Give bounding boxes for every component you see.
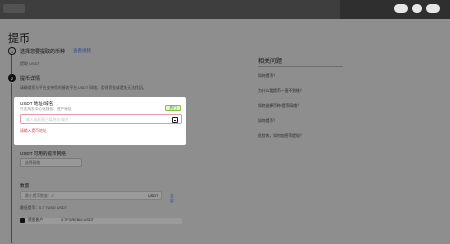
nav-controls bbox=[394, 4, 440, 13]
funding-account-row: 资金账户 2.7FGREBM USDT bbox=[20, 218, 182, 224]
network-select[interactable]: 选择网络 bbox=[20, 158, 82, 167]
address-description: 只支持去中心化钱包、资产地址 bbox=[20, 107, 72, 111]
nav-pill-2[interactable] bbox=[412, 4, 422, 13]
step-connector-2 bbox=[11, 83, 12, 243]
hot-badge: 热门 bbox=[165, 105, 181, 111]
faq-divider bbox=[258, 66, 343, 67]
address-placeholder: 输入或粘贴已填地址/域名 bbox=[26, 118, 69, 122]
nav-pill-3[interactable] bbox=[426, 4, 440, 13]
all-button[interactable]: 全部 bbox=[170, 194, 174, 204]
funding-account-value: 2.7FGREBM USDT bbox=[61, 218, 94, 222]
quantity-input[interactable]: 最小提币数量：2 USDT 全部 bbox=[20, 191, 174, 203]
address-input[interactable]: 输入或粘贴已填地址/域名 bbox=[20, 114, 182, 124]
logo-pill bbox=[3, 4, 25, 13]
scan-icon[interactable] bbox=[172, 117, 178, 123]
step-2-circle: 2 bbox=[8, 74, 16, 82]
step-withdraw-details: 2 提币详情 bbox=[8, 74, 40, 82]
quantity-unit: USDT bbox=[148, 194, 159, 198]
address-error: 请输入提币地址 bbox=[20, 129, 47, 133]
faq-item-3[interactable]: 如何选择币种/提币网络？ bbox=[258, 104, 301, 109]
funding-account-label: 资金账户 bbox=[28, 218, 44, 222]
faq-title: 相关问题 bbox=[258, 59, 283, 65]
step-2-description: 请确保您与平台支持您的接收平台 USDT 网络，否则资金或遗失无法找回。 bbox=[20, 86, 147, 90]
top-bar-right bbox=[340, 0, 450, 19]
checkbox-icon[interactable] bbox=[20, 218, 25, 223]
step-1-label: 选择您要提取的币种 bbox=[20, 48, 66, 55]
step-select-coin: 1 选择您要提取的币种 查看视频 bbox=[8, 47, 91, 55]
top-bar bbox=[0, 0, 450, 19]
quantity-title: 数量 bbox=[20, 183, 30, 188]
faq-item-5[interactable]: 危险的，如何加密币提现？ bbox=[258, 134, 304, 139]
faq-item-4[interactable]: 如何提币？ bbox=[258, 119, 277, 124]
network-select-text: 选择网络 bbox=[25, 161, 41, 165]
page-title: 提币 bbox=[8, 33, 30, 45]
step-1-circle: 1 bbox=[8, 47, 16, 55]
step-2-label: 提币详情 bbox=[20, 75, 41, 82]
view-video-link[interactable]: 查看视频 bbox=[73, 48, 91, 54]
faq-item-2[interactable]: 为什么我提币一直不到账？ bbox=[258, 89, 304, 94]
network-title: USDT 可用的提币网络 bbox=[20, 151, 66, 156]
selected-coin-label: 提取 USDT bbox=[20, 61, 40, 66]
address-card: USDT 地址/域名 只支持去中心化钱包、资产地址 热门 输入或粘贴已填地址/域… bbox=[14, 97, 186, 145]
quantity-placeholder: 最小提币数量：2 bbox=[25, 194, 54, 198]
nav-pill-1[interactable] bbox=[394, 4, 408, 13]
minimum-withdraw-text: 最低提币：0.7 TUSD USDT bbox=[20, 206, 68, 210]
faq-item-1[interactable]: 如何提币？ bbox=[258, 74, 277, 79]
step-connector-1 bbox=[11, 55, 12, 74]
